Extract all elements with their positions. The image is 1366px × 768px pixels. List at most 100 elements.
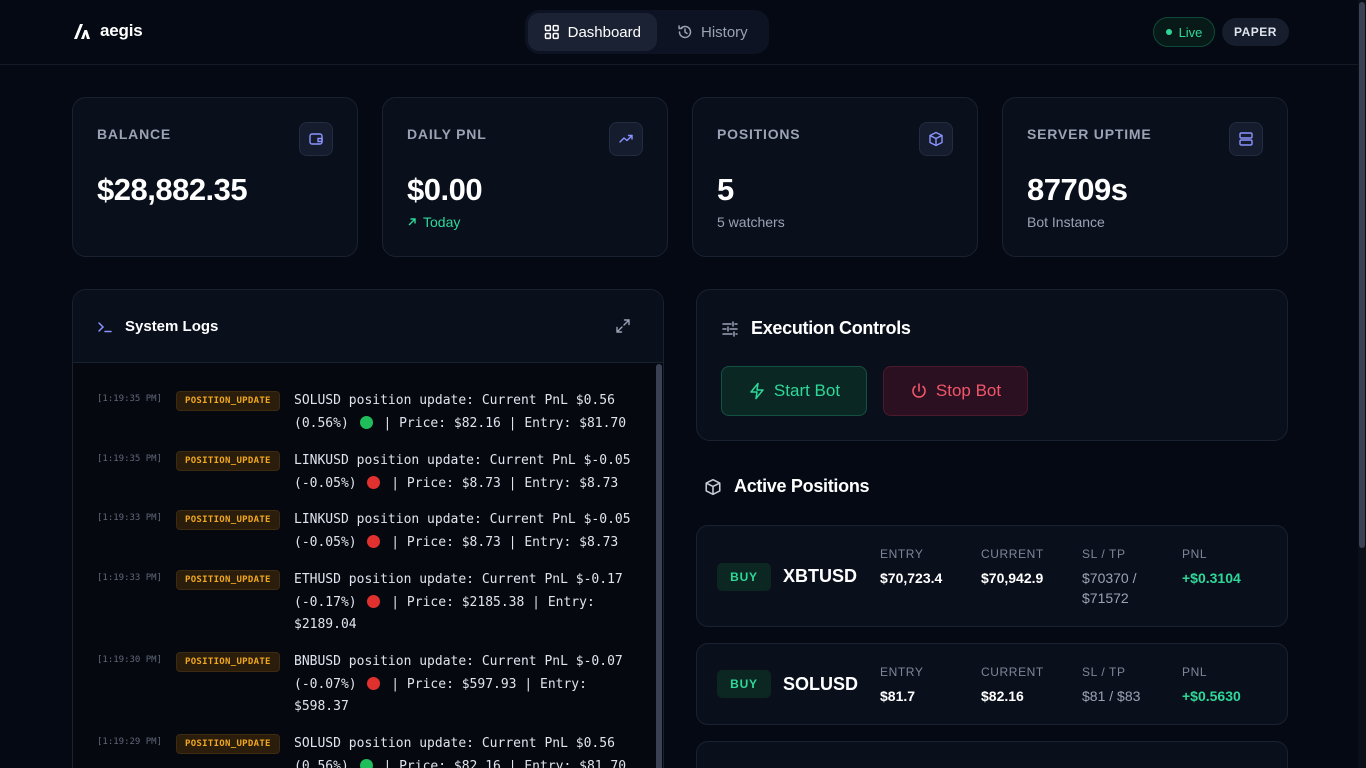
- status-red-dot-icon: [367, 534, 381, 548]
- col-label: CURRENT: [981, 547, 1044, 561]
- position-card-solusd[interactable]: BUY SOLUSD ENTRY $81.7 CURRENT $82.16 SL…: [696, 643, 1288, 725]
- page-scrollbar-thumb[interactable]: [1359, 2, 1365, 548]
- stat-label: POSITIONS: [717, 126, 801, 142]
- log-message: LINKUSD position update: Current PnL $-0…: [294, 509, 634, 554]
- trading-mode-badge[interactable]: PAPER: [1222, 18, 1289, 46]
- cube-icon: [705, 478, 721, 495]
- status-red-dot-icon: [367, 475, 381, 489]
- log-tag: POSITION_UPDATE: [176, 391, 280, 411]
- tab-dashboard[interactable]: Dashboard: [528, 13, 657, 51]
- aegis-logo-icon: [74, 24, 90, 39]
- zap-icon: [750, 382, 764, 400]
- col-label: SL / TP: [1082, 547, 1126, 561]
- col-label: ENTRY: [880, 547, 924, 561]
- start-bot-label: Start Bot: [773, 381, 841, 400]
- stat-label: SERVER UPTIME: [1027, 126, 1152, 142]
- log-timestamp: [1:19:33 PM]: [97, 573, 163, 583]
- live-label: Live: [1178, 24, 1203, 40]
- trending-up-icon: [609, 122, 643, 156]
- start-bot-button[interactable]: Start Bot: [721, 366, 867, 416]
- execution-controls-title: Execution Controls: [751, 318, 911, 338]
- app-logo[interactable]: aegis: [72, 21, 143, 41]
- col-label: CURRENT: [981, 665, 1044, 679]
- log-tag: POSITION_UPDATE: [176, 570, 280, 590]
- position-symbol: XBTUSD: [783, 566, 858, 586]
- top-header: aegis Dashboard History Live PAPER: [0, 0, 1366, 65]
- live-status-badge: Live: [1153, 17, 1215, 47]
- side-badge: BUY: [717, 563, 771, 591]
- col-label: SL / TP: [1082, 665, 1126, 679]
- sliders-icon: [722, 321, 738, 337]
- stat-card-balance: BALANCE $28,882.35: [72, 97, 358, 257]
- position-sl-tp: SL / TP $70370 / $71572: [1082, 547, 1162, 608]
- col-value: +$0.3104: [1182, 570, 1241, 586]
- app-name: aegis: [100, 21, 143, 40]
- status-red-dot-icon: [367, 594, 381, 608]
- status-green-dot-icon: [359, 415, 373, 429]
- position-current: CURRENT $70,942.9: [981, 547, 1044, 588]
- server-icon: [1229, 122, 1263, 156]
- active-positions-title: Active Positions: [734, 476, 870, 496]
- system-logs-title: System Logs: [125, 318, 219, 335]
- system-logs-header: System Logs: [73, 290, 663, 363]
- position-pnl: PNL +$0.3104: [1182, 547, 1241, 588]
- power-icon: [912, 383, 926, 398]
- col-value: $81.7: [880, 688, 916, 704]
- log-message-details: | Price: $82.16 | Entry: $81.70: [383, 758, 627, 768]
- col-value: +$0.5630: [1182, 688, 1241, 704]
- stat-value: $0.00: [407, 172, 483, 207]
- stat-card-server-uptime: SERVER UPTIME 87709s Bot Instance: [1002, 97, 1288, 257]
- position-entry: ENTRY $81.7: [880, 665, 923, 706]
- stop-bot-label: Stop Bot: [935, 381, 1002, 400]
- log-timestamp: [1:19:33 PM]: [97, 513, 163, 523]
- stat-value: 87709s: [1027, 172, 1128, 207]
- stat-label: BALANCE: [97, 126, 172, 142]
- log-timestamp: [1:19:29 PM]: [97, 737, 163, 747]
- expand-icon[interactable]: [615, 318, 631, 334]
- wallet-icon: [299, 122, 333, 156]
- position-entry: ENTRY $70,723.4: [880, 547, 942, 588]
- cube-icon: [919, 122, 953, 156]
- tab-history[interactable]: History: [661, 13, 764, 51]
- stat-card-positions: POSITIONS 5 5 watchers: [692, 97, 978, 257]
- stop-bot-button[interactable]: Stop Bot: [883, 366, 1028, 416]
- arrow-up-right-icon: [408, 218, 416, 226]
- log-timestamp: [1:19:35 PM]: [97, 394, 163, 404]
- log-message: LINKUSD position update: Current PnL $-0…: [294, 450, 634, 495]
- page-scrollbar[interactable]: [1358, 0, 1366, 768]
- logs-scrollbar-thumb[interactable]: [656, 364, 662, 768]
- system-logs-panel: System Logs [1:19:35 PM] POSITION_UPDATE…: [72, 289, 664, 768]
- stat-value: 5: [717, 172, 734, 207]
- history-icon: [678, 25, 692, 39]
- position-sl-tp: SL / TP $81 / $83: [1082, 665, 1140, 706]
- log-timestamp: [1:19:30 PM]: [97, 655, 163, 665]
- log-message: BNBUSD position update: Current PnL $-0.…: [294, 651, 634, 719]
- col-value: $70,723.4: [880, 570, 943, 586]
- position-pnl: PNL +$0.5630: [1182, 665, 1241, 706]
- log-tag: POSITION_UPDATE: [176, 451, 280, 471]
- col-label: PNL: [1182, 665, 1208, 679]
- log-tag: POSITION_UPDATE: [176, 510, 280, 530]
- position-symbol: SOLUSD: [783, 674, 859, 694]
- stat-label: DAILY PNL: [407, 126, 487, 142]
- stat-sub-text: Today: [423, 214, 461, 230]
- live-dot-icon: [1165, 29, 1172, 35]
- col-value: $82.16: [981, 688, 1024, 704]
- status-red-dot-icon: [367, 676, 381, 690]
- terminal-icon: [98, 322, 112, 333]
- col-label: PNL: [1182, 547, 1208, 561]
- position-card-xbtusd[interactable]: BUY XBTUSD ENTRY $70,723.4 CURRENT $70,9…: [696, 525, 1288, 627]
- log-tag: POSITION_UPDATE: [176, 652, 280, 672]
- log-message-details: | Price: $8.73 | Entry: $8.73: [391, 475, 619, 491]
- log-message-details: | Price: $82.16 | Entry: $81.70: [383, 415, 627, 431]
- position-card-partial[interactable]: [696, 741, 1288, 768]
- stat-sub: Bot Instance: [1027, 214, 1105, 230]
- log-tag: POSITION_UPDATE: [176, 734, 280, 754]
- side-badge: BUY: [717, 670, 771, 698]
- log-message: SOLUSD position update: Current PnL $0.5…: [294, 390, 634, 435]
- col-value: $70,942.9: [981, 570, 1044, 586]
- col-value: $81 / $83: [1082, 688, 1141, 704]
- position-current: CURRENT $82.16: [981, 665, 1044, 706]
- grid-icon: [544, 24, 559, 40]
- log-message: SOLUSD position update: Current PnL $0.5…: [294, 733, 634, 768]
